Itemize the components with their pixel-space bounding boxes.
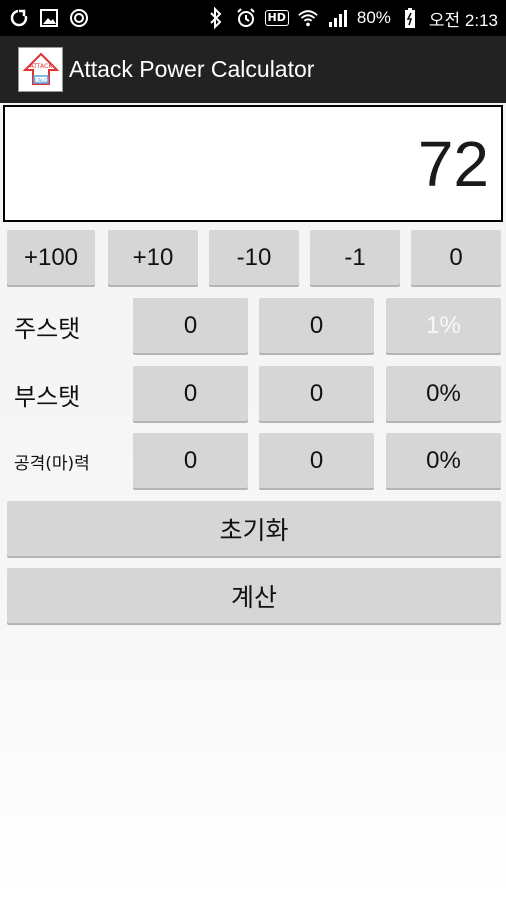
svg-text:ATTACK: ATTACK	[29, 63, 53, 70]
attack-power-label: 공격(마)력	[14, 453, 90, 474]
calculate-button[interactable]: 계산	[7, 568, 501, 623]
bluetooth-icon	[205, 7, 227, 29]
sub-stat-value-2[interactable]: 0	[259, 366, 374, 421]
gallery-icon	[38, 7, 60, 29]
reset-button[interactable]: 초기화	[7, 501, 501, 556]
sub-stat-percent[interactable]: 0%	[386, 366, 501, 421]
result-display: 72	[3, 105, 503, 222]
battery-icon	[399, 7, 421, 29]
battery-percent: 80%	[356, 8, 391, 27]
attack-power-percent[interactable]: 0%	[386, 433, 501, 488]
app-icon: ATTACK CALC	[18, 47, 63, 92]
main-stat-percent[interactable]: 1%	[386, 298, 501, 353]
subtract-10-button[interactable]: -10	[209, 230, 299, 285]
svg-text:CALC: CALC	[34, 78, 48, 84]
subtract-1-button[interactable]: -1	[310, 230, 400, 285]
status-bar: HD 80% 오전 2:13	[0, 0, 506, 36]
main-stat-value-2[interactable]: 0	[259, 298, 374, 353]
signal-icon	[327, 7, 349, 29]
add-100-button[interactable]: +100	[7, 230, 95, 285]
sub-stat-label: 부스탯	[14, 382, 81, 411]
attack-power-value-1[interactable]: 0	[133, 433, 248, 488]
status-left-icons	[8, 7, 90, 29]
attack-power-value-2[interactable]: 0	[259, 433, 374, 488]
zero-button[interactable]: 0	[411, 230, 501, 285]
hd-icon: HD	[264, 10, 289, 26]
sync-icon	[8, 7, 30, 29]
result-value: 72	[417, 127, 489, 200]
action-bar: ATTACK CALC Attack Power Calculator	[0, 36, 506, 103]
main-stat-value-1[interactable]: 0	[133, 298, 248, 353]
status-right-icons: HD 80% 오전 2:13	[205, 6, 498, 31]
sub-stat-value-1[interactable]: 0	[133, 366, 248, 421]
app-title: Attack Power Calculator	[69, 56, 315, 82]
wifi-icon	[297, 7, 319, 29]
clock: 오전 2:13	[428, 10, 498, 30]
calculator-content: 72 +100 +10 -10 -1 0 주스탯 0 0 1% 부스탯 0 0 …	[0, 103, 506, 900]
alarm-icon	[235, 7, 257, 29]
add-10-button[interactable]: +10	[108, 230, 198, 285]
main-stat-label: 주스탯	[14, 314, 81, 343]
target-icon	[68, 7, 90, 29]
